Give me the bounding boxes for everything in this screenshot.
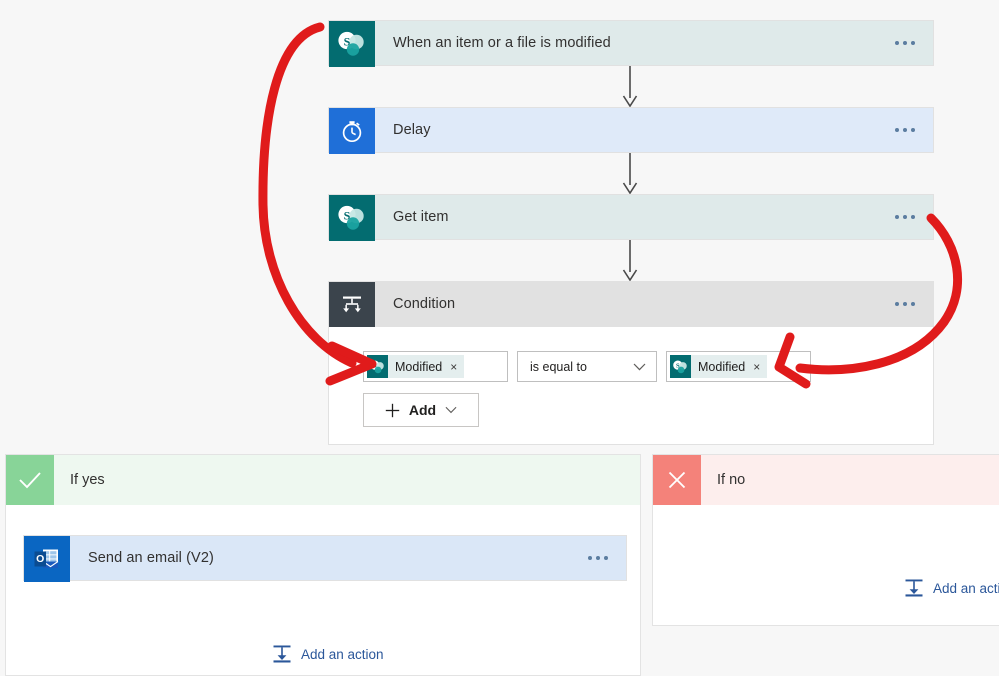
branch-if-yes-header: If yes (6, 455, 640, 505)
flow-card-body: Delay (375, 108, 933, 152)
branch-if-no: If no Add an actio (652, 454, 999, 626)
flow-card-delay[interactable]: Delay (328, 107, 934, 154)
ellipsis-menu-icon[interactable] (588, 556, 610, 560)
sharepoint-icon: S (329, 21, 375, 67)
flow-designer-canvas: S When an item or a file is modified Del… (0, 0, 999, 676)
condition-branch-icon (329, 282, 375, 328)
svg-text:S: S (373, 362, 377, 369)
add-action-button-no[interactable]: Add an actio (903, 577, 999, 599)
condition-operator-value: is equal to (530, 359, 587, 374)
branch-if-no-label: If no (717, 472, 746, 488)
add-action-icon (903, 577, 925, 599)
token-remove-icon[interactable]: × (449, 361, 457, 373)
sharepoint-icon: S (367, 355, 388, 378)
token-label: Modified (395, 359, 443, 374)
plus-icon (385, 403, 400, 418)
flow-card-body: Get item (375, 195, 933, 239)
add-condition-label: Add (408, 402, 437, 418)
flow-card-title: Get item (393, 209, 449, 225)
flow-card-body: When an item or a file is modified (375, 21, 933, 65)
token-pill-modified-left[interactable]: S Modified × (367, 355, 465, 378)
branch-if-yes: If yes O Send an email (V2) Add an actio… (5, 454, 641, 676)
token-label: Modified (698, 359, 746, 374)
sharepoint-icon: S (329, 195, 375, 241)
flow-card-title: When an item or a file is modified (393, 35, 611, 51)
ellipsis-menu-icon[interactable] (895, 128, 917, 132)
outlook-icon: O (24, 536, 70, 582)
svg-text:S: S (344, 208, 351, 222)
add-action-label: Add an action (301, 646, 384, 662)
condition-left-operand-field[interactable]: S Modified × (363, 351, 508, 382)
chevron-down-icon (445, 406, 457, 414)
branch-if-yes-header-body: If yes (54, 455, 640, 505)
branch-if-no-header-body: If no (701, 455, 999, 505)
add-action-icon (271, 643, 293, 665)
ellipsis-menu-icon[interactable] (895, 215, 917, 219)
condition-operator-dropdown[interactable]: is equal to (517, 351, 657, 382)
ellipsis-menu-icon[interactable] (895, 41, 917, 45)
flow-card-title: Condition (393, 296, 456, 312)
flow-card-title: Delay (393, 122, 431, 138)
connector-getitem-to-condition (620, 238, 640, 282)
token-remove-icon[interactable]: × (752, 361, 760, 373)
condition-expression-row: S Modified × is equal to S Modified × (363, 351, 811, 382)
branch-if-no-header: If no (653, 455, 999, 505)
checkmark-icon (6, 455, 54, 505)
connector-trigger-to-delay (620, 64, 640, 108)
flow-card-body: Condition (375, 282, 933, 326)
close-x-icon (653, 455, 701, 505)
chevron-down-icon (633, 363, 646, 371)
flow-card-get-item[interactable]: S Get item (328, 194, 934, 241)
condition-right-operand-field[interactable]: S Modified × (666, 351, 811, 382)
flow-card-body: Send an email (V2) (70, 536, 626, 580)
flow-card-send-email[interactable]: O Send an email (V2) (23, 535, 627, 582)
svg-text:S: S (676, 362, 680, 369)
svg-text:O: O (36, 553, 44, 565)
add-action-button-yes[interactable]: Add an action (271, 643, 384, 665)
token-pill-modified-right[interactable]: S Modified × (670, 355, 768, 378)
flow-card-title: Send an email (V2) (88, 550, 214, 566)
branch-if-yes-label: If yes (70, 472, 105, 488)
add-condition-button[interactable]: Add (363, 393, 479, 427)
connector-delay-to-getitem (620, 151, 640, 195)
sharepoint-icon: S (670, 355, 691, 378)
svg-text:S: S (344, 34, 351, 48)
ellipsis-menu-icon[interactable] (895, 302, 917, 306)
flow-card-condition[interactable]: Condition (328, 281, 934, 328)
add-action-label: Add an actio (933, 580, 999, 596)
condition-editor-panel: S Modified × is equal to S Modified × Ad… (328, 327, 934, 445)
stopwatch-icon (329, 108, 375, 154)
flow-card-trigger-sharepoint[interactable]: S When an item or a file is modified (328, 20, 934, 67)
